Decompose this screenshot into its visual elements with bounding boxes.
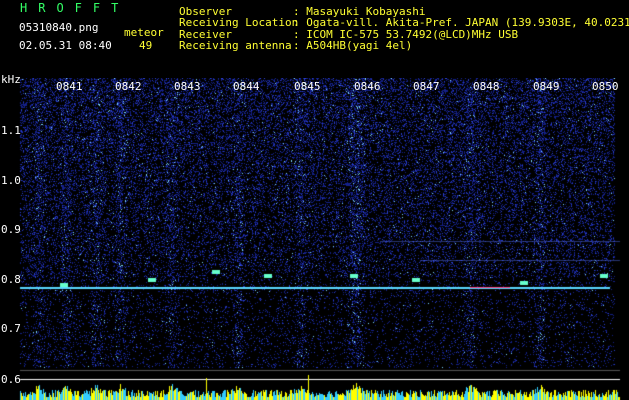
x-tick-label: 0846 bbox=[354, 80, 381, 93]
y-tick-label: 0.7 bbox=[1, 322, 21, 335]
y-tick-label: 0.9 bbox=[1, 223, 21, 236]
antenna-value: : A504HB(yagi 4el) bbox=[293, 39, 413, 52]
antenna-label: Receiving antenna bbox=[179, 39, 292, 52]
y-tick-label: 1.1 bbox=[1, 124, 21, 137]
y-axis-unit: kHz bbox=[1, 73, 21, 86]
brand-title: HROFFT bbox=[20, 1, 130, 15]
y-tick-label: 1.0 bbox=[1, 174, 21, 187]
meteor-count: 49 bbox=[139, 39, 153, 52]
x-tick-label: 0842 bbox=[115, 80, 142, 93]
spectrogram-plot bbox=[0, 78, 629, 400]
x-tick-label: 0850 bbox=[592, 80, 619, 93]
y-tick-label: 0.8 bbox=[1, 273, 21, 286]
x-tick-label: 0848 bbox=[473, 80, 500, 93]
header-panel: HROFFT 05310840.png 02.05.31 08:40 meteo… bbox=[0, 0, 629, 78]
x-tick-label: 0844 bbox=[233, 80, 260, 93]
x-tick-label: 0849 bbox=[533, 80, 560, 93]
meteor-label: meteor bbox=[124, 26, 164, 39]
filename-label: 05310840.png bbox=[19, 21, 99, 34]
y-tick-label: 0.6 bbox=[1, 373, 21, 386]
x-tick-label: 0845 bbox=[294, 80, 321, 93]
x-tick-label: 0843 bbox=[174, 80, 201, 93]
x-tick-label: 0841 bbox=[56, 80, 83, 93]
datetime-label: 02.05.31 08:40 bbox=[19, 39, 112, 52]
x-tick-label: 0847 bbox=[413, 80, 440, 93]
